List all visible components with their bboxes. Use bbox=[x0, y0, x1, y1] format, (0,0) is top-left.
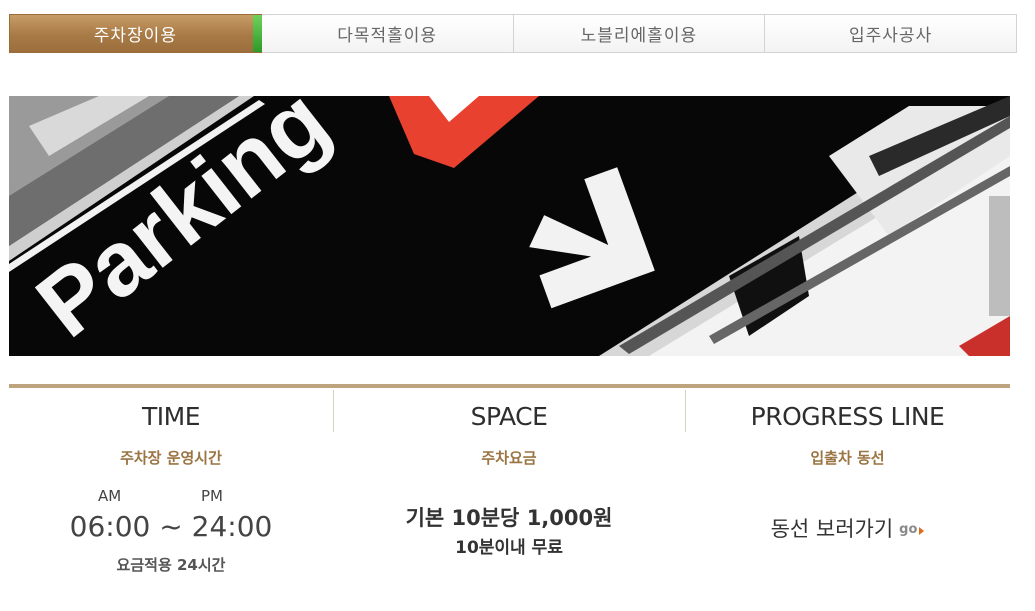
tab-bar: 주차장이용 다목적홀이용 노블리에홀이용 입주사공사 bbox=[9, 14, 1017, 53]
arrow-right-icon bbox=[919, 527, 925, 535]
time-column: TIME 주차장 운영시간 AM PM 06:00 ~ 24:00 요금적용 2… bbox=[9, 388, 333, 588]
parking-fee: 기본 10분당 1,000원 bbox=[405, 506, 613, 530]
tab-noblier-hall[interactable]: 노블리에홀이용 bbox=[513, 14, 766, 53]
view-route-label[interactable]: 동선 보러가기 bbox=[771, 517, 894, 541]
parking-sign-image: Parking bbox=[9, 96, 1010, 356]
tab-parking[interactable]: 주차장이용 bbox=[9, 14, 262, 53]
tab-tenant-construction[interactable]: 입주사공사 bbox=[765, 14, 1017, 53]
column-separator bbox=[333, 390, 334, 432]
parking-info: TIME 주차장 운영시간 AM PM 06:00 ~ 24:00 요금적용 2… bbox=[9, 388, 1010, 588]
free-period-note: 10분이내 무료 bbox=[455, 538, 563, 558]
space-column: SPACE 주차요금 기본 10분당 1,000원 10분이내 무료 bbox=[333, 388, 685, 588]
go-label[interactable]: go bbox=[899, 522, 917, 537]
view-route-link[interactable]: 동선 보러가기 go bbox=[685, 513, 1010, 543]
operating-hours: 06:00 ~ 24:00 bbox=[69, 510, 273, 543]
time-title: TIME bbox=[141, 402, 201, 431]
column-separator bbox=[685, 390, 686, 432]
time-subtitle: 주차장 운영시간 bbox=[120, 449, 222, 467]
progress-subtitle: 입출차 동선 bbox=[810, 449, 885, 467]
tab-multipurpose-hall[interactable]: 다목적홀이용 bbox=[261, 14, 514, 53]
fee-hours-note: 요금적용 24시간 bbox=[116, 556, 226, 574]
space-title: SPACE bbox=[470, 402, 548, 431]
progress-column: PROGRESS LINE 입출차 동선 동선 보러가기 go bbox=[685, 388, 1010, 588]
space-subtitle: 주차요금 bbox=[481, 449, 537, 467]
progress-title: PROGRESS LINE bbox=[750, 402, 945, 431]
pm-label: PM bbox=[201, 487, 223, 505]
parking-banner: Parking bbox=[9, 96, 1010, 356]
am-label: AM bbox=[98, 487, 122, 505]
